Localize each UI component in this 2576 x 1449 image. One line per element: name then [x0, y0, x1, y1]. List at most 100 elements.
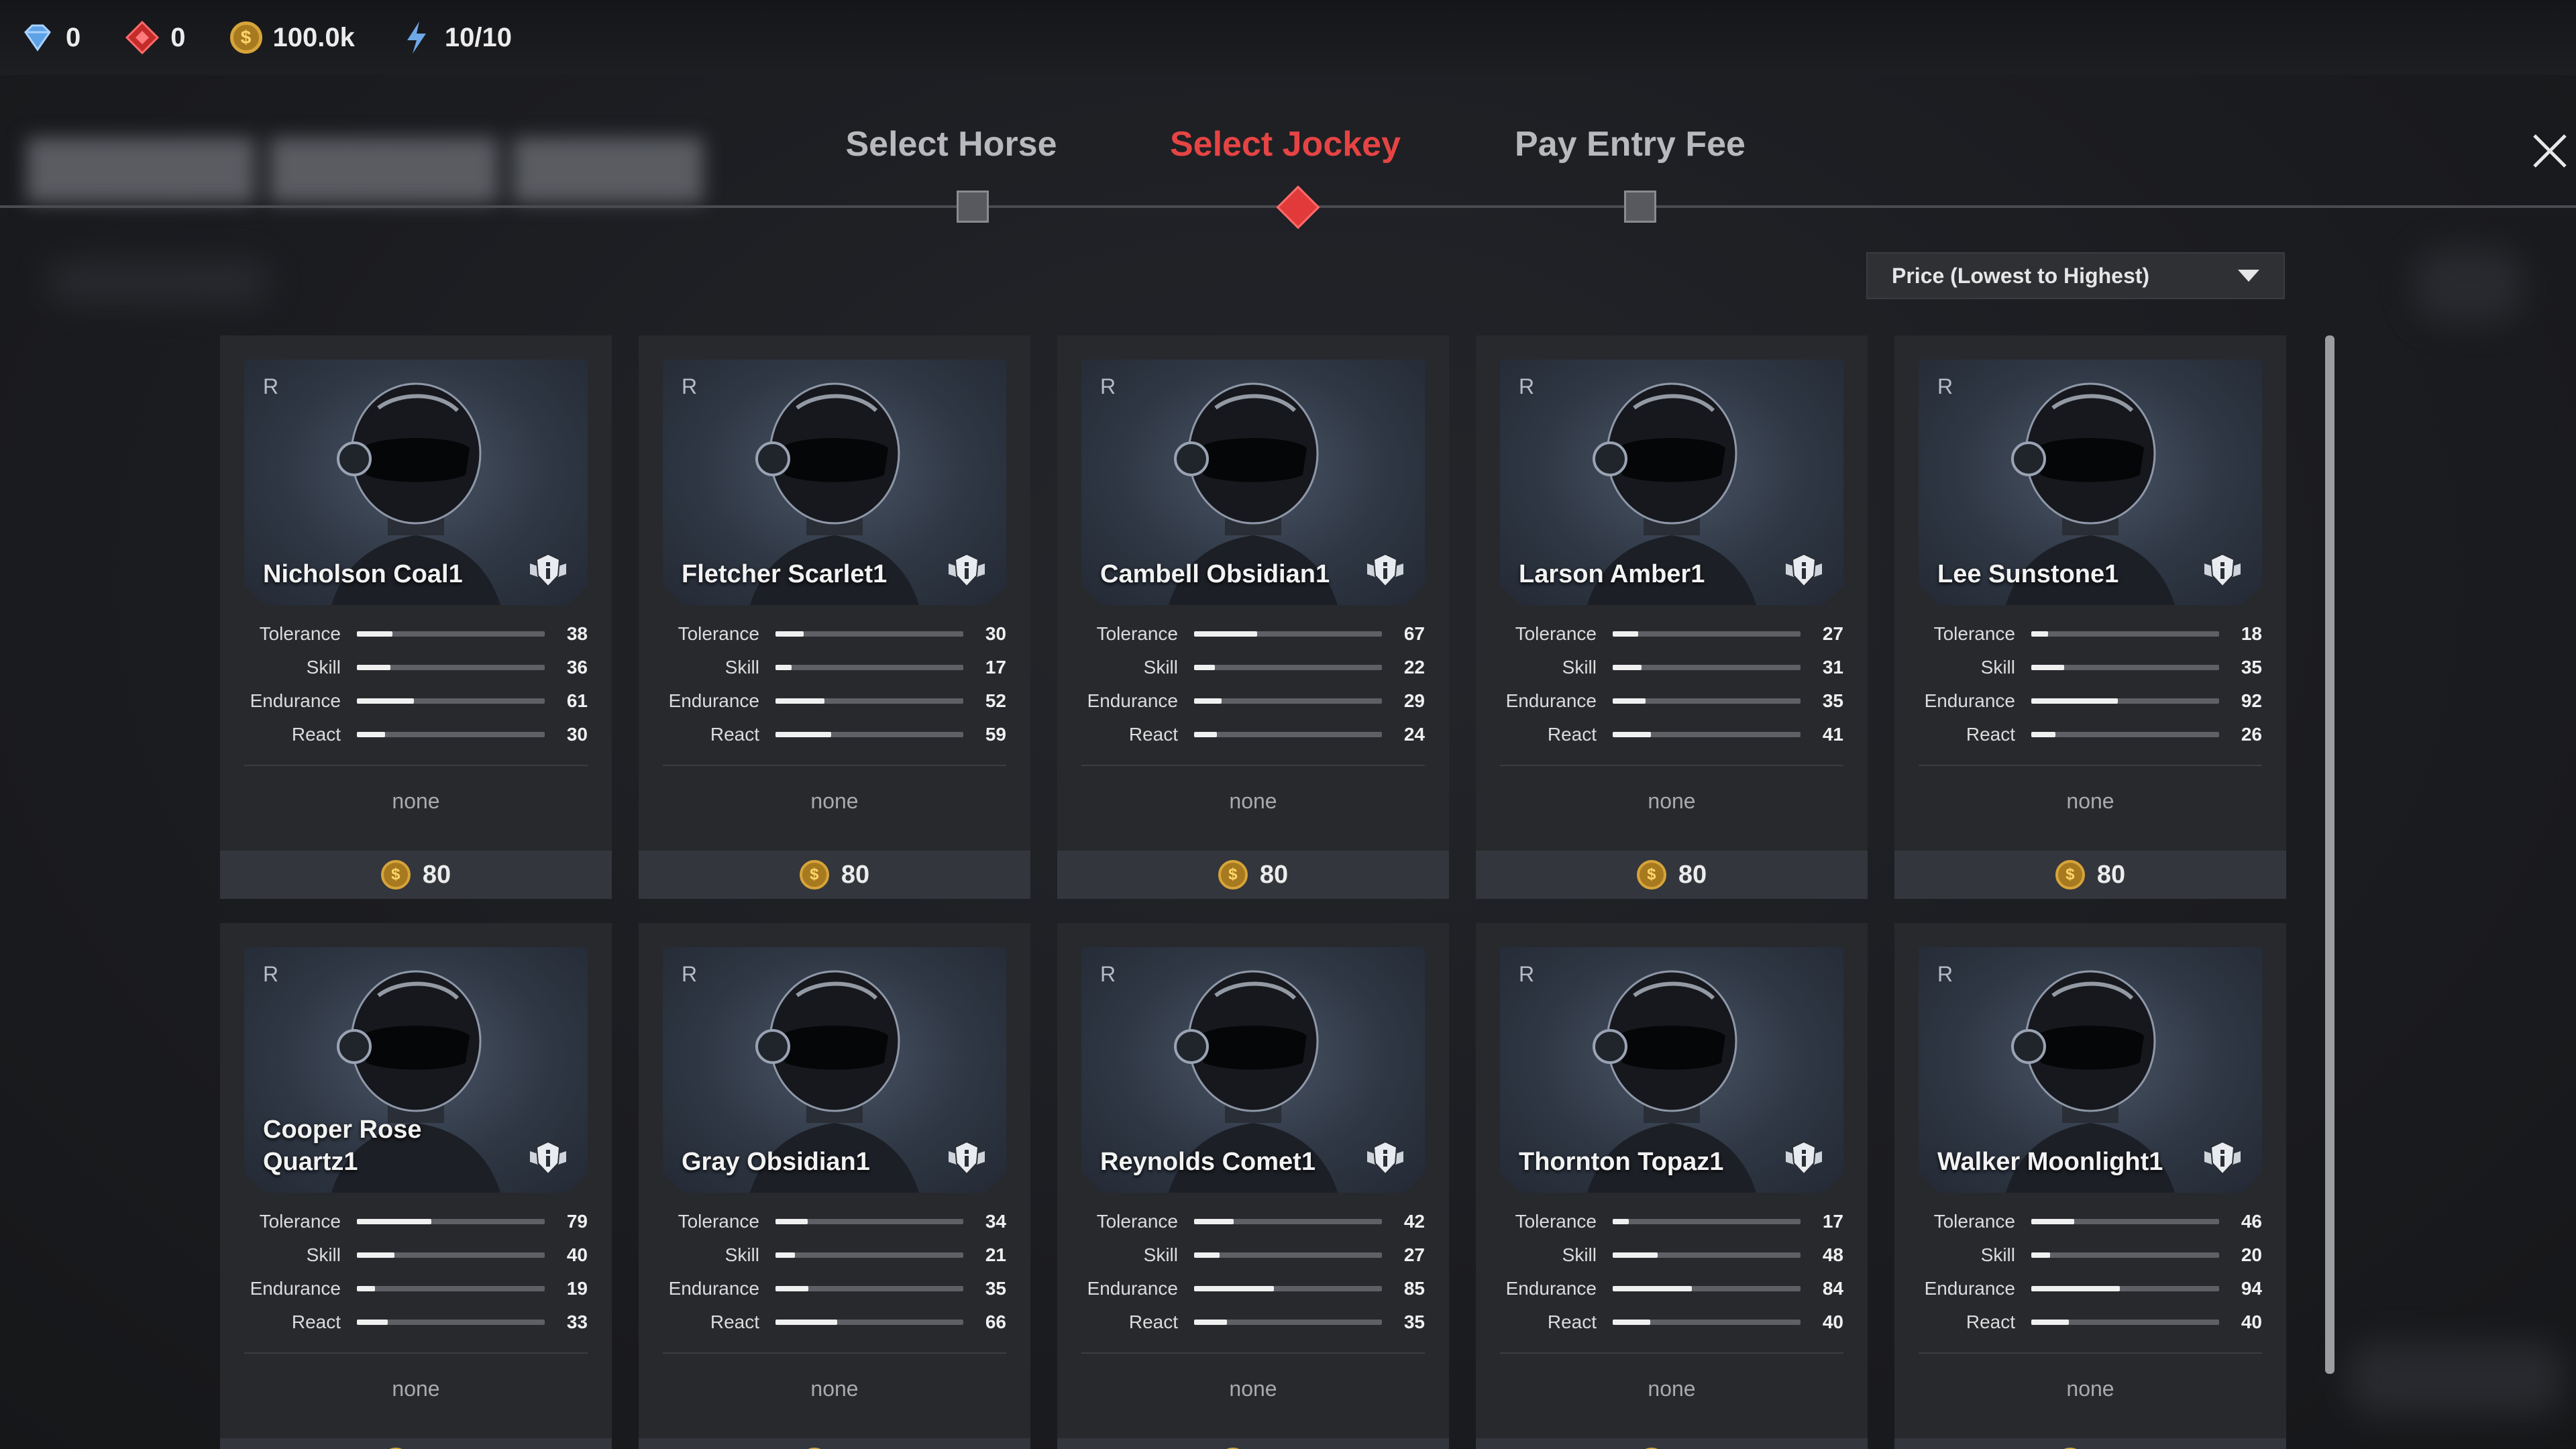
- divider: [244, 765, 588, 766]
- stat-bar-fill: [2031, 698, 2118, 704]
- stat-row-tolerance: Tolerance 34: [663, 1205, 1006, 1238]
- stat-row-skill: Skill 35: [1919, 651, 2262, 684]
- stat-label: React: [291, 1311, 341, 1332]
- price-button[interactable]: $ 80: [639, 1438, 1030, 1449]
- stat-row-react: React 24: [1081, 718, 1425, 751]
- stat-row-endurance: Endurance 35: [1500, 684, 1843, 718]
- close-icon[interactable]: [2526, 127, 2573, 174]
- jockey-card[interactable]: R Reynolds Comet1 Tolerance 42 Skill 27 Endu…: [1057, 923, 1449, 1449]
- price-button[interactable]: $ 80: [1476, 851, 1868, 899]
- info-badge-icon[interactable]: [527, 550, 569, 592]
- stat-bar-fill: [357, 698, 415, 704]
- price-button[interactable]: $ 80: [1894, 1438, 2286, 1449]
- stat-bar-tolerance: [775, 1219, 963, 1224]
- stat-value-tolerance: 34: [985, 1211, 1006, 1232]
- stat-row-skill: Skill 31: [1500, 651, 1843, 684]
- stat-row-endurance: Endurance 84: [1500, 1272, 1843, 1305]
- stat-label: Skill: [1143, 657, 1178, 678]
- rarity-label: R: [263, 962, 279, 986]
- stat-label: Tolerance: [1515, 623, 1597, 644]
- info-badge-icon[interactable]: [2202, 550, 2243, 592]
- stat-label: Skill: [1143, 1244, 1178, 1265]
- info-badge-icon[interactable]: [1364, 550, 1406, 592]
- stat-value-skill: 17: [985, 657, 1006, 678]
- jockey-card[interactable]: R Fletcher Scarlet1 Tolerance 30 Skill 17 En…: [639, 335, 1030, 899]
- info-badge-icon[interactable]: [527, 1138, 569, 1179]
- stat-bar-fill: [1613, 698, 1646, 704]
- stat-row-skill: Skill 20: [1919, 1238, 2262, 1272]
- stat-row-skill: Skill 27: [1081, 1238, 1425, 1272]
- stat-row-skill: Skill 22: [1081, 651, 1425, 684]
- stat-label: React: [1547, 724, 1597, 745]
- step-select-horse[interactable]: Select Horse: [845, 124, 1057, 164]
- stat-bar-fill: [2031, 732, 2056, 737]
- stat-bar-skill: [1613, 1252, 1801, 1258]
- rarity-label: R: [1937, 374, 1953, 398]
- divider: [1919, 1352, 2262, 1354]
- info-badge-icon[interactable]: [1783, 550, 1825, 592]
- stat-label: Tolerance: [678, 623, 759, 644]
- stat-bar-fill: [2031, 1286, 2120, 1291]
- jockey-stats: Tolerance 18 Skill 35 Endurance 92 React 26: [1919, 617, 2262, 751]
- jockey-card[interactable]: R Nicholson Coal1 Tolerance 38 Skill 36 Endu…: [220, 335, 612, 899]
- rarity-label: R: [682, 374, 698, 398]
- info-badge-icon[interactable]: [2202, 1138, 2243, 1179]
- stat-label: Skill: [306, 1244, 341, 1265]
- sort-dropdown[interactable]: Price (Lowest to Highest): [1866, 252, 2285, 299]
- info-badge-icon[interactable]: [1783, 1138, 1825, 1179]
- price-button[interactable]: $ 80: [1057, 1438, 1449, 1449]
- stat-value-react: 59: [985, 724, 1006, 745]
- jockey-portrait: R Cooper Rose Quartz1: [244, 947, 588, 1193]
- stat-value-skill: 20: [2241, 1244, 2262, 1265]
- stat-bar-react: [357, 1320, 545, 1325]
- price-button[interactable]: $ 80: [220, 1438, 612, 1449]
- jockey-card[interactable]: R Gray Obsidian1 Tolerance 34 Skill 21 Endur…: [639, 923, 1030, 1449]
- stat-bar-fill: [775, 1286, 808, 1291]
- stat-row-endurance: Endurance 29: [1081, 684, 1425, 718]
- price-button[interactable]: $ 80: [639, 851, 1030, 899]
- price-button[interactable]: $ 80: [1476, 1438, 1868, 1449]
- stat-row-react: React 35: [1081, 1305, 1425, 1339]
- stat-value-endurance: 35: [985, 1278, 1006, 1299]
- jockey-stats: Tolerance 79 Skill 40 Endurance 19 React 33: [244, 1205, 588, 1339]
- step-select-jockey[interactable]: Select Jockey: [1170, 124, 1401, 164]
- jockey-card[interactable]: R Thornton Topaz1 Tolerance 17 Skill 48 Endu…: [1476, 923, 1868, 1449]
- info-badge-icon[interactable]: [946, 1138, 987, 1179]
- jockey-stats: Tolerance 42 Skill 27 Endurance 85 React 35: [1081, 1205, 1425, 1339]
- stat-bar-react: [2031, 1320, 2219, 1325]
- jockey-card[interactable]: R Larson Amber1 Tolerance 27 Skill 31 Endura…: [1476, 335, 1868, 899]
- stat-label: Skill: [1980, 1244, 2015, 1265]
- jockey-trait: none: [392, 789, 440, 813]
- price-button[interactable]: $ 80: [220, 851, 612, 899]
- jockey-name: Thornton Topaz1: [1519, 1148, 1724, 1176]
- stat-row-react: React 30: [244, 718, 588, 751]
- stat-bar-fill: [1194, 1252, 1220, 1258]
- stat-value-skill: 40: [566, 1244, 588, 1265]
- price-value: 80: [1678, 860, 1707, 889]
- stat-bar-fill: [1613, 631, 1638, 637]
- price-button[interactable]: $ 80: [1057, 851, 1449, 899]
- jockey-card[interactable]: R Walker Moonlight1 Tolerance 46 Skill 20 En…: [1894, 923, 2286, 1449]
- scrollbar[interactable]: [2325, 335, 2334, 1374]
- stat-bar-tolerance: [357, 1219, 545, 1224]
- stat-row-react: React 41: [1500, 718, 1843, 751]
- stat-bar-fill: [2031, 631, 2049, 637]
- step-pay-entry-fee[interactable]: Pay Entry Fee: [1515, 124, 1746, 164]
- info-badge-icon[interactable]: [1364, 1138, 1406, 1179]
- step-marker-select-horse: [957, 191, 989, 223]
- stat-value-skill: 48: [1822, 1244, 1843, 1265]
- stat-bar-tolerance: [1613, 631, 1801, 637]
- jockey-card[interactable]: R Lee Sunstone1 Tolerance 18 Skill 35 Endura…: [1894, 335, 2286, 899]
- info-badge-icon[interactable]: [946, 550, 987, 592]
- divider: [1081, 1352, 1425, 1354]
- jockey-card[interactable]: R Cambell Obsidian1 Tolerance 67 Skill 22 En…: [1057, 335, 1449, 899]
- stat-bar-skill: [357, 1252, 545, 1258]
- stat-bar-fill: [1194, 732, 1217, 737]
- jockey-name: Walker Moonlight1: [1937, 1148, 2163, 1176]
- jockey-card[interactable]: R Cooper Rose Quartz1 Tolerance 79 Skill 40…: [220, 923, 612, 1449]
- stat-bar-fill: [1613, 1219, 1629, 1224]
- stat-row-tolerance: Tolerance 17: [1500, 1205, 1843, 1238]
- price-button[interactable]: $ 80: [1894, 851, 2286, 899]
- jockey-portrait: R Walker Moonlight1: [1919, 947, 2262, 1193]
- stat-label: React: [1547, 1311, 1597, 1332]
